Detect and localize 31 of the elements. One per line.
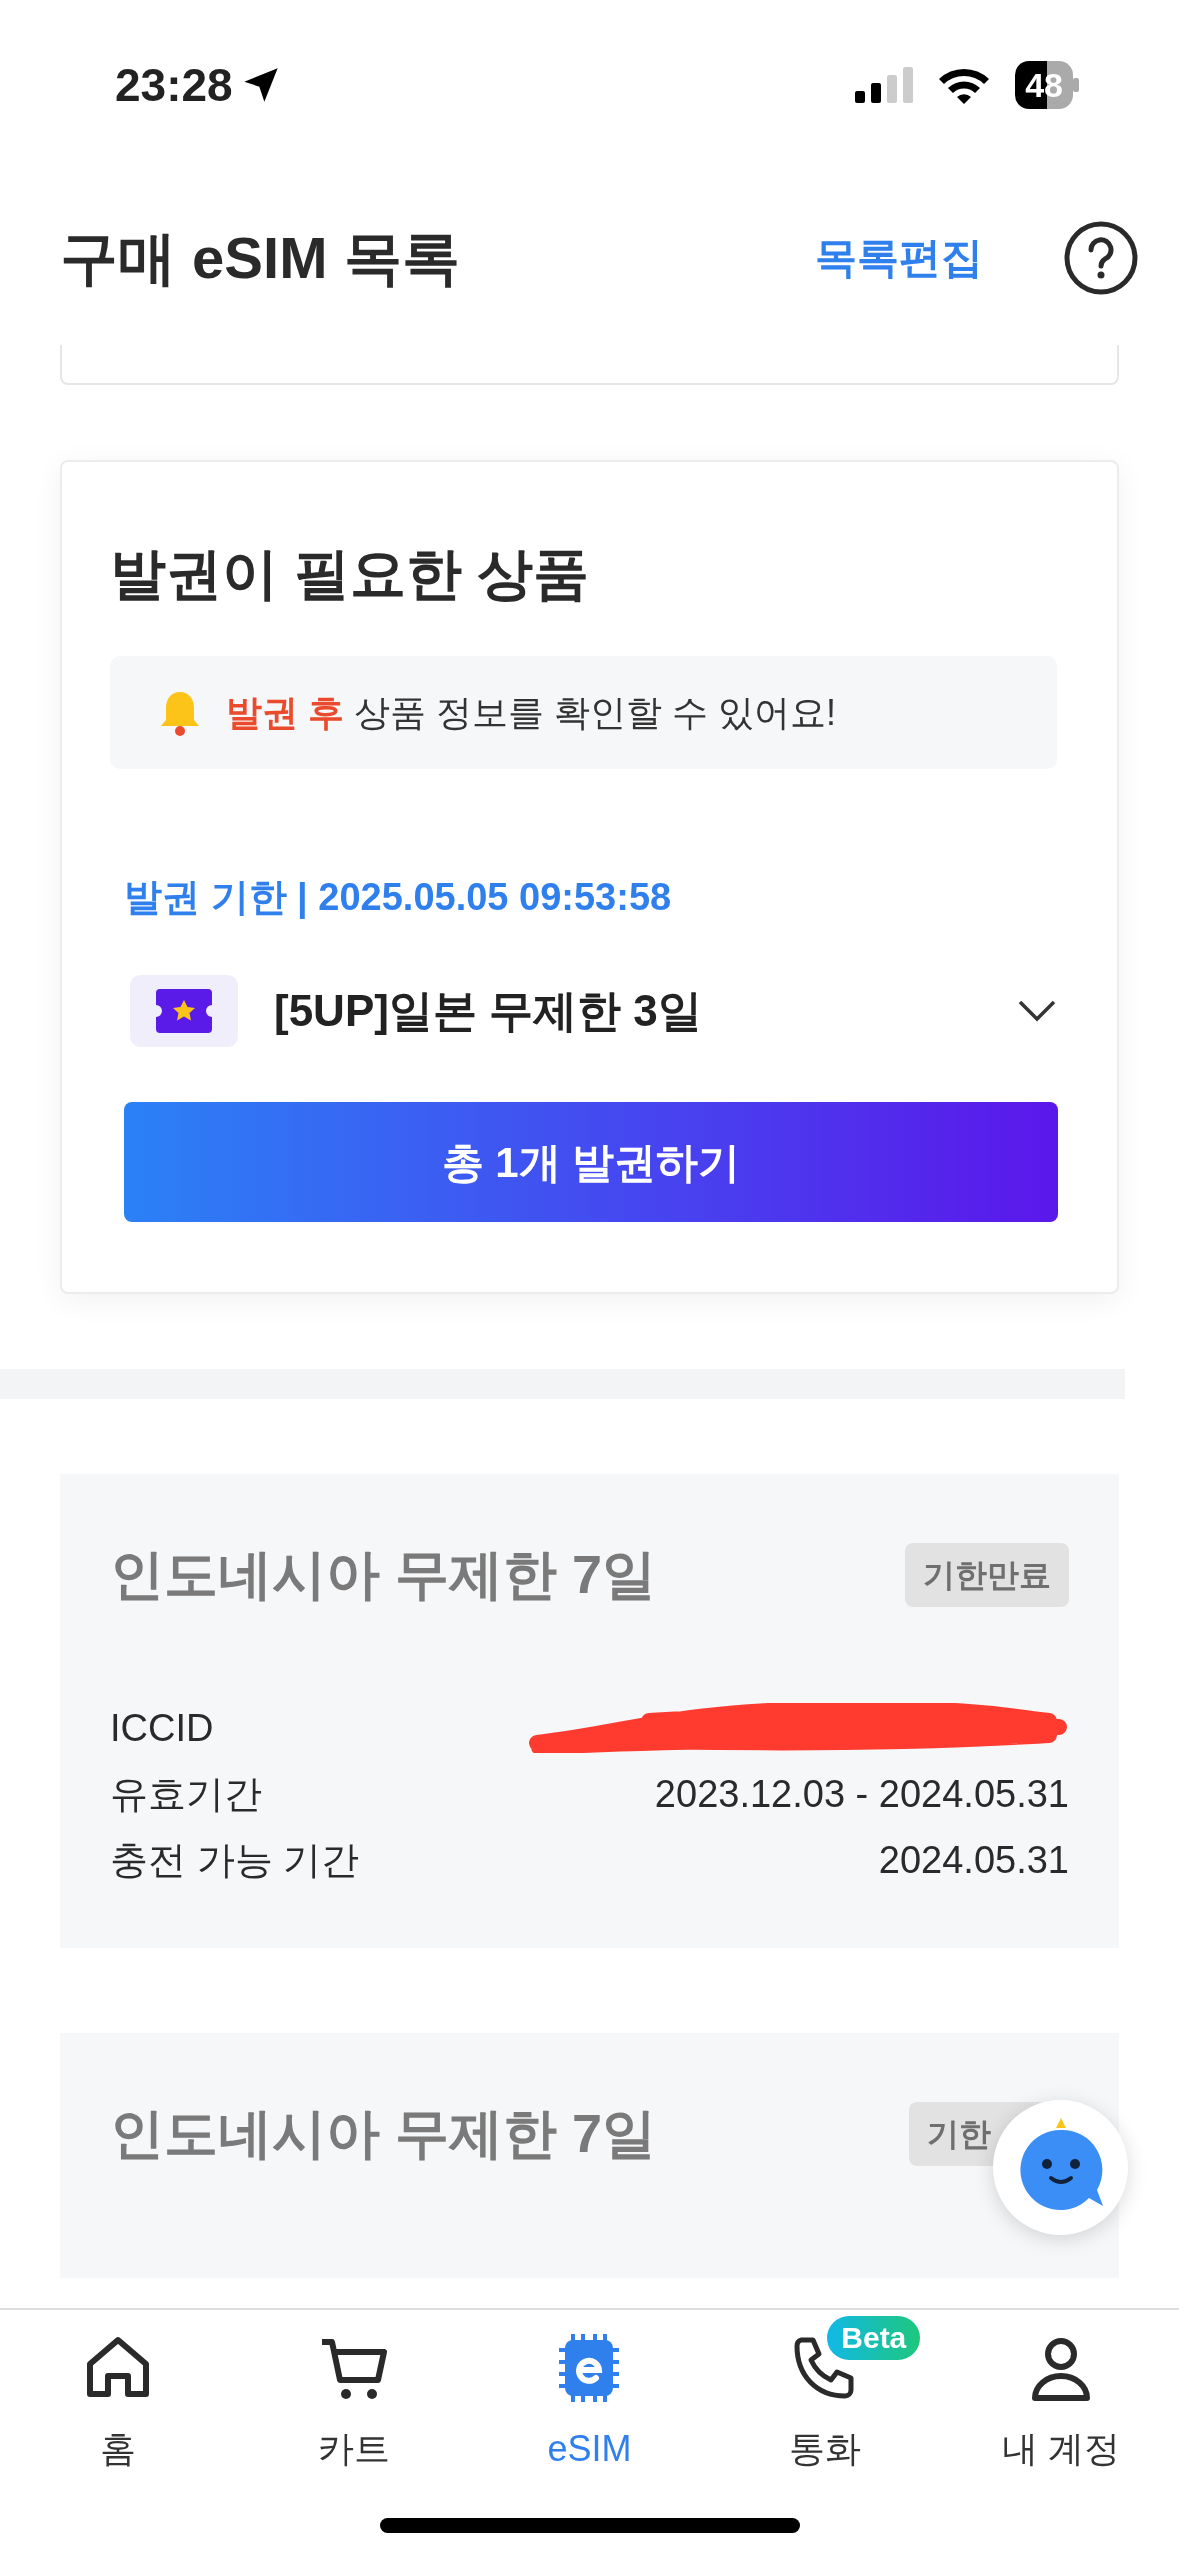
product-name: [5UP]일본 무제한 3일 — [274, 985, 703, 1037]
edit-list-link[interactable]: 목록편집 — [815, 226, 983, 289]
product-row[interactable]: [5UP]일본 무제한 3일 — [130, 956, 1057, 1066]
esim-title: 인도네시아 무제한 7일 — [110, 2102, 657, 2165]
chevron-down-icon[interactable] — [1017, 999, 1057, 1023]
ticket-star-drawing — [156, 989, 212, 1033]
esim-card[interactable]: 인도네시아 무제한 7일 기한만료 ICCID 유효기간 2023.12.03 - 2024.05.31 충전 가능 기간 2024.05.31 — [60, 1474, 1119, 1948]
esim-title: 인도네시아 무제한 7일 — [110, 1543, 657, 1606]
status-time: 23:28 — [115, 57, 233, 113]
bell-icon — [160, 689, 200, 736]
info-label: 유효기간 — [110, 1771, 262, 1817]
signal-icon — [855, 67, 914, 103]
card-title: 발권이 필요한 상품 — [110, 541, 591, 607]
beta-badge: Beta — [827, 2316, 921, 2360]
status-badge: 기한만료 — [905, 1542, 1069, 1607]
battery-tip-icon — [1073, 78, 1079, 92]
info-label: 충전 가능 기간 — [110, 1837, 360, 1883]
issue-button[interactable]: 총 1개 발권하기 — [124, 1102, 1058, 1222]
issue-deadline: 발권 기한 | 2025.05.05 09:53:58 — [124, 875, 673, 921]
page-title: 구매 eSIM 목록 — [60, 224, 461, 292]
tab[interactable]: 홈 — [0, 2310, 236, 2477]
notice-text: 발권 후 상품 정보를 확인할 수 있어요! — [226, 690, 837, 735]
help-icon[interactable] — [1063, 219, 1139, 296]
info-label: ICCID — [110, 1705, 214, 1751]
info-value: 2024.05.31 — [878, 1837, 1069, 1883]
tab[interactable]: 카트 — [236, 2310, 472, 2477]
tab[interactable]: Beta 통화 — [707, 2310, 943, 2477]
info-value: 2023.12.03 - 2024.05.31 — [654, 1771, 1069, 1817]
tab[interactable]: eSIM — [472, 2310, 707, 2477]
esim-card[interactable]: 인도네시아 무제한 7일 기한 — [60, 2033, 1119, 2278]
tab[interactable]: 내 계정 — [943, 2310, 1179, 2477]
